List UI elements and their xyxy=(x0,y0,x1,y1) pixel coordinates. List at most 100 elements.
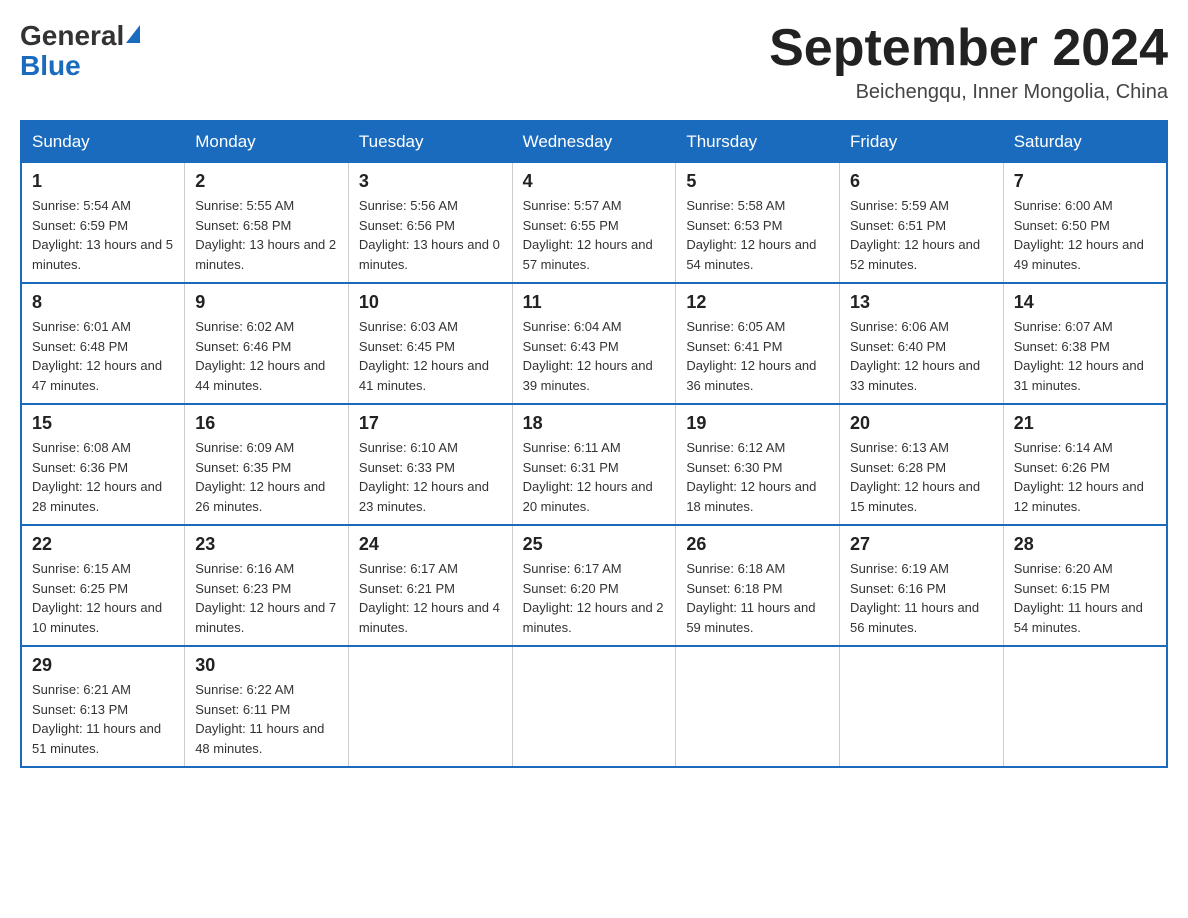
calendar-cell xyxy=(348,646,512,767)
logo-blue-text: Blue xyxy=(20,50,81,82)
day-number: 19 xyxy=(686,413,829,434)
calendar-cell: 19 Sunrise: 6:12 AMSunset: 6:30 PMDaylig… xyxy=(676,404,840,525)
calendar-cell: 17 Sunrise: 6:10 AMSunset: 6:33 PMDaylig… xyxy=(348,404,512,525)
calendar-cell xyxy=(512,646,676,767)
day-number: 12 xyxy=(686,292,829,313)
calendar-week-row-4: 22 Sunrise: 6:15 AMSunset: 6:25 PMDaylig… xyxy=(21,525,1167,646)
day-info: Sunrise: 6:00 AMSunset: 6:50 PMDaylight:… xyxy=(1014,198,1144,272)
day-number: 29 xyxy=(32,655,174,676)
calendar-cell: 3 Sunrise: 5:56 AMSunset: 6:56 PMDayligh… xyxy=(348,163,512,284)
calendar-cell: 30 Sunrise: 6:22 AMSunset: 6:11 PMDaylig… xyxy=(185,646,349,767)
weekday-header-monday: Monday xyxy=(185,121,349,163)
calendar-cell: 25 Sunrise: 6:17 AMSunset: 6:20 PMDaylig… xyxy=(512,525,676,646)
day-number: 8 xyxy=(32,292,174,313)
weekday-header-friday: Friday xyxy=(840,121,1004,163)
day-info: Sunrise: 5:55 AMSunset: 6:58 PMDaylight:… xyxy=(195,198,336,272)
day-number: 28 xyxy=(1014,534,1156,555)
day-number: 13 xyxy=(850,292,993,313)
day-number: 1 xyxy=(32,171,174,192)
logo-general-text: General xyxy=(20,20,124,52)
calendar-table: SundayMondayTuesdayWednesdayThursdayFrid… xyxy=(20,120,1168,768)
calendar-cell: 24 Sunrise: 6:17 AMSunset: 6:21 PMDaylig… xyxy=(348,525,512,646)
day-number: 4 xyxy=(523,171,666,192)
day-info: Sunrise: 5:59 AMSunset: 6:51 PMDaylight:… xyxy=(850,198,980,272)
day-info: Sunrise: 6:13 AMSunset: 6:28 PMDaylight:… xyxy=(850,440,980,514)
calendar-cell: 16 Sunrise: 6:09 AMSunset: 6:35 PMDaylig… xyxy=(185,404,349,525)
day-info: Sunrise: 6:03 AMSunset: 6:45 PMDaylight:… xyxy=(359,319,489,393)
logo: General Blue xyxy=(20,20,140,82)
calendar-cell: 14 Sunrise: 6:07 AMSunset: 6:38 PMDaylig… xyxy=(1003,283,1167,404)
day-info: Sunrise: 6:16 AMSunset: 6:23 PMDaylight:… xyxy=(195,561,336,635)
header: General Blue September 2024 Beichengqu, … xyxy=(20,20,1168,104)
day-number: 17 xyxy=(359,413,502,434)
calendar-cell: 7 Sunrise: 6:00 AMSunset: 6:50 PMDayligh… xyxy=(1003,163,1167,284)
day-info: Sunrise: 6:14 AMSunset: 6:26 PMDaylight:… xyxy=(1014,440,1144,514)
calendar-cell: 22 Sunrise: 6:15 AMSunset: 6:25 PMDaylig… xyxy=(21,525,185,646)
month-title: September 2024 xyxy=(769,20,1168,77)
calendar-cell: 21 Sunrise: 6:14 AMSunset: 6:26 PMDaylig… xyxy=(1003,404,1167,525)
day-info: Sunrise: 6:17 AMSunset: 6:21 PMDaylight:… xyxy=(359,561,500,635)
day-info: Sunrise: 6:19 AMSunset: 6:16 PMDaylight:… xyxy=(850,561,979,635)
calendar-week-row-2: 8 Sunrise: 6:01 AMSunset: 6:48 PMDayligh… xyxy=(21,283,1167,404)
day-info: Sunrise: 6:20 AMSunset: 6:15 PMDaylight:… xyxy=(1014,561,1143,635)
calendar-cell: 9 Sunrise: 6:02 AMSunset: 6:46 PMDayligh… xyxy=(185,283,349,404)
day-number: 9 xyxy=(195,292,338,313)
day-number: 18 xyxy=(523,413,666,434)
calendar-cell xyxy=(1003,646,1167,767)
day-info: Sunrise: 6:12 AMSunset: 6:30 PMDaylight:… xyxy=(686,440,816,514)
weekday-header-row: SundayMondayTuesdayWednesdayThursdayFrid… xyxy=(21,121,1167,163)
weekday-header-tuesday: Tuesday xyxy=(348,121,512,163)
day-number: 14 xyxy=(1014,292,1156,313)
day-info: Sunrise: 6:21 AMSunset: 6:13 PMDaylight:… xyxy=(32,682,161,756)
day-number: 30 xyxy=(195,655,338,676)
weekday-header-thursday: Thursday xyxy=(676,121,840,163)
day-info: Sunrise: 6:02 AMSunset: 6:46 PMDaylight:… xyxy=(195,319,325,393)
day-number: 7 xyxy=(1014,171,1156,192)
day-number: 3 xyxy=(359,171,502,192)
day-info: Sunrise: 6:01 AMSunset: 6:48 PMDaylight:… xyxy=(32,319,162,393)
calendar-cell: 6 Sunrise: 5:59 AMSunset: 6:51 PMDayligh… xyxy=(840,163,1004,284)
day-info: Sunrise: 6:08 AMSunset: 6:36 PMDaylight:… xyxy=(32,440,162,514)
calendar-cell: 2 Sunrise: 5:55 AMSunset: 6:58 PMDayligh… xyxy=(185,163,349,284)
day-info: Sunrise: 5:54 AMSunset: 6:59 PMDaylight:… xyxy=(32,198,173,272)
calendar-cell: 26 Sunrise: 6:18 AMSunset: 6:18 PMDaylig… xyxy=(676,525,840,646)
logo-arrow-icon xyxy=(126,25,140,43)
calendar-cell: 28 Sunrise: 6:20 AMSunset: 6:15 PMDaylig… xyxy=(1003,525,1167,646)
day-info: Sunrise: 6:11 AMSunset: 6:31 PMDaylight:… xyxy=(523,440,653,514)
weekday-header-saturday: Saturday xyxy=(1003,121,1167,163)
day-number: 16 xyxy=(195,413,338,434)
day-info: Sunrise: 6:18 AMSunset: 6:18 PMDaylight:… xyxy=(686,561,815,635)
day-number: 23 xyxy=(195,534,338,555)
calendar-cell: 20 Sunrise: 6:13 AMSunset: 6:28 PMDaylig… xyxy=(840,404,1004,525)
day-info: Sunrise: 6:10 AMSunset: 6:33 PMDaylight:… xyxy=(359,440,489,514)
calendar-cell: 12 Sunrise: 6:05 AMSunset: 6:41 PMDaylig… xyxy=(676,283,840,404)
day-info: Sunrise: 6:06 AMSunset: 6:40 PMDaylight:… xyxy=(850,319,980,393)
day-info: Sunrise: 6:05 AMSunset: 6:41 PMDaylight:… xyxy=(686,319,816,393)
calendar-week-row-5: 29 Sunrise: 6:21 AMSunset: 6:13 PMDaylig… xyxy=(21,646,1167,767)
day-number: 27 xyxy=(850,534,993,555)
day-info: Sunrise: 6:15 AMSunset: 6:25 PMDaylight:… xyxy=(32,561,162,635)
day-number: 20 xyxy=(850,413,993,434)
day-number: 15 xyxy=(32,413,174,434)
calendar-cell: 5 Sunrise: 5:58 AMSunset: 6:53 PMDayligh… xyxy=(676,163,840,284)
location-title: Beichengqu, Inner Mongolia, China xyxy=(769,81,1168,104)
calendar-cell: 23 Sunrise: 6:16 AMSunset: 6:23 PMDaylig… xyxy=(185,525,349,646)
day-info: Sunrise: 5:58 AMSunset: 6:53 PMDaylight:… xyxy=(686,198,816,272)
calendar-cell: 27 Sunrise: 6:19 AMSunset: 6:16 PMDaylig… xyxy=(840,525,1004,646)
day-number: 25 xyxy=(523,534,666,555)
calendar-cell xyxy=(840,646,1004,767)
day-number: 10 xyxy=(359,292,502,313)
day-number: 6 xyxy=(850,171,993,192)
day-number: 5 xyxy=(686,171,829,192)
calendar-cell: 4 Sunrise: 5:57 AMSunset: 6:55 PMDayligh… xyxy=(512,163,676,284)
day-number: 21 xyxy=(1014,413,1156,434)
calendar-cell: 13 Sunrise: 6:06 AMSunset: 6:40 PMDaylig… xyxy=(840,283,1004,404)
day-number: 24 xyxy=(359,534,502,555)
day-info: Sunrise: 6:04 AMSunset: 6:43 PMDaylight:… xyxy=(523,319,653,393)
day-info: Sunrise: 6:17 AMSunset: 6:20 PMDaylight:… xyxy=(523,561,664,635)
calendar-week-row-1: 1 Sunrise: 5:54 AMSunset: 6:59 PMDayligh… xyxy=(21,163,1167,284)
weekday-header-sunday: Sunday xyxy=(21,121,185,163)
day-number: 26 xyxy=(686,534,829,555)
day-info: Sunrise: 5:57 AMSunset: 6:55 PMDaylight:… xyxy=(523,198,653,272)
calendar-cell: 15 Sunrise: 6:08 AMSunset: 6:36 PMDaylig… xyxy=(21,404,185,525)
